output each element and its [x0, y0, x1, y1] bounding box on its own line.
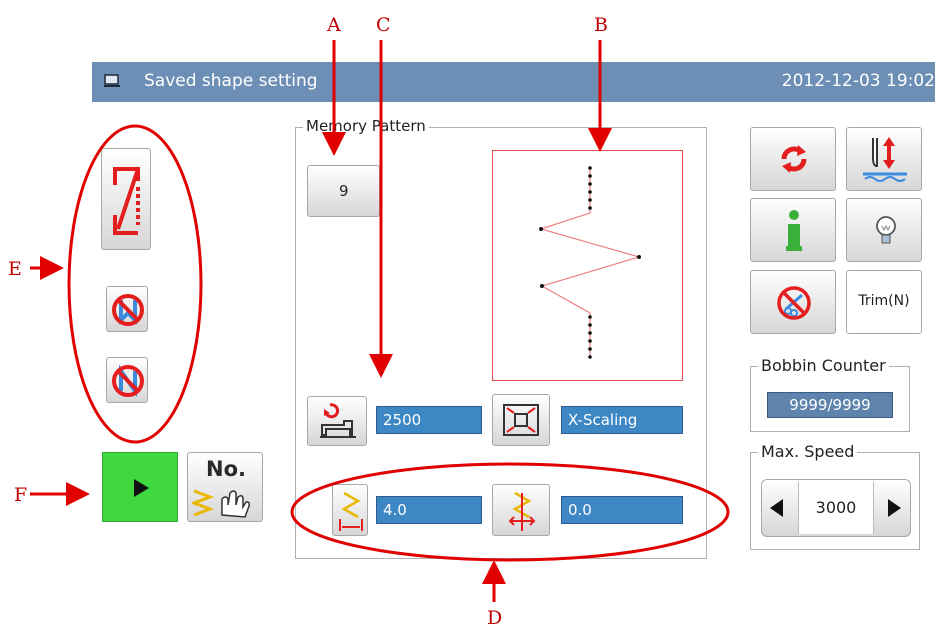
bobbin-counter-field[interactable]: 9999/9999 — [767, 392, 893, 418]
callout-label-b: B — [594, 14, 608, 36]
no-reverse-icon — [110, 291, 146, 329]
needle-updown-icon — [861, 134, 909, 184]
scaling-mode-field[interactable]: X-Scaling — [561, 406, 683, 434]
callout-label-c: C — [376, 14, 391, 36]
scale-icon — [502, 403, 540, 437]
refresh-button[interactable] — [750, 127, 836, 191]
x-scale-field[interactable]: 4.0 — [376, 496, 482, 524]
memory-pattern-label: Memory Pattern — [303, 117, 429, 135]
stitch-count-button[interactable] — [307, 396, 367, 446]
y-offset-field[interactable]: 0.0 — [561, 496, 683, 524]
zigzag-offset-icon — [505, 489, 539, 533]
screen-title: Saved shape setting — [144, 71, 318, 91]
no-label: No. — [206, 457, 246, 481]
info-button[interactable] — [750, 198, 836, 262]
speed-decrease-icon[interactable] — [770, 499, 784, 517]
trim-cancel-button[interactable] — [750, 270, 836, 334]
hand-select-icon — [192, 485, 260, 519]
play-icon — [134, 479, 150, 497]
max-speed-label: Max. Speed — [758, 442, 858, 461]
light-button[interactable] — [846, 198, 922, 262]
stitch-count-field[interactable]: 2500 — [376, 406, 482, 434]
sewing-machine-icon — [316, 401, 360, 441]
speed-value: 3000 — [815, 498, 857, 517]
lightbulb-icon — [875, 215, 897, 247]
callout-label-e: E — [8, 258, 22, 280]
scaling-mode-button[interactable] — [492, 394, 550, 446]
stitch-preview-graphic — [538, 166, 642, 359]
no-trim-icon — [776, 285, 812, 321]
cancel-reverse-button[interactable] — [106, 286, 148, 332]
pattern-number-button[interactable]: No. — [187, 452, 263, 522]
pattern-number-field[interactable]: 9 — [307, 165, 380, 217]
no-n-icon — [110, 362, 146, 400]
trim-label: Trim(N) — [858, 293, 910, 309]
refresh-icon — [778, 143, 810, 175]
speed-increase-icon[interactable] — [888, 499, 902, 517]
x-scale-button[interactable] — [332, 484, 368, 536]
bobbin-counter-label: Bobbin Counter — [758, 356, 889, 375]
max-speed-stepper: 3000 — [761, 479, 911, 537]
callout-label-d: D — [487, 607, 503, 629]
needle-position-button[interactable] — [846, 127, 922, 191]
saved-shape-button[interactable] — [101, 148, 151, 250]
window-icon — [104, 74, 120, 88]
trim-button[interactable]: Trim(N) — [846, 270, 922, 334]
cancel-n-button[interactable] — [106, 357, 148, 403]
zigzag-width-icon — [336, 489, 366, 533]
play-button[interactable] — [102, 452, 178, 522]
speed-value-box[interactable]: 3000 — [798, 482, 874, 534]
info-icon — [785, 209, 803, 253]
callout-label-f: F — [14, 484, 28, 506]
y-offset-button[interactable] — [492, 484, 550, 536]
title-bar: Saved shape setting 2012-12-03 19:02 — [92, 62, 935, 102]
zigzag-shape-icon — [110, 157, 144, 243]
callout-label-a: A — [327, 14, 341, 36]
pattern-preview — [492, 150, 683, 381]
date-time: 2012-12-03 19:02 — [781, 71, 935, 91]
pattern-number-value: 9 — [339, 182, 349, 200]
